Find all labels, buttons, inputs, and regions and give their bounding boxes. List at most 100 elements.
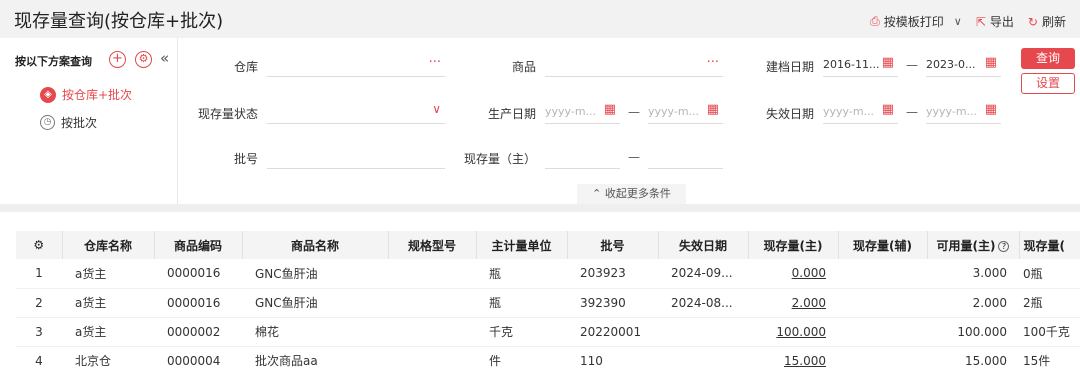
scheme-item-label: 按仓库+批次: [62, 88, 133, 102]
cell-spec: [388, 346, 476, 375]
help-icon[interactable]: ?: [998, 240, 1010, 252]
more-icon[interactable]: ···: [429, 55, 441, 70]
settings-button[interactable]: 设置: [1021, 73, 1075, 94]
cell-code: 0000002: [154, 317, 242, 347]
qty-main-to-field[interactable]: [648, 145, 723, 169]
chevron-down-icon[interactable]: ∨: [954, 15, 962, 28]
scheme-settings-icon[interactable]: ⚙: [135, 51, 152, 68]
cell-batch: 203923: [567, 259, 658, 289]
table-row[interactable]: 1 a货主 0000016 GNC鱼肝油 瓶 203923 2024-09...…: [16, 259, 1080, 289]
cell-available: 100.000: [927, 317, 1019, 347]
clock-icon: ◷: [40, 115, 55, 130]
refresh-icon: ↻: [1027, 14, 1038, 29]
product-field[interactable]: ···: [545, 53, 723, 77]
create-date-to-value: 2023-0...: [926, 58, 976, 71]
column-header[interactable]: 现存量(辅): [838, 231, 928, 259]
expire-date-to-field[interactable]: yyyy-m... ▦: [926, 100, 1001, 124]
product-label: 商品: [511, 60, 536, 74]
expire-date-from-field[interactable]: yyyy-m... ▦: [823, 100, 898, 124]
qty-main-link[interactable]: 15.000: [784, 354, 826, 368]
row-index: 1: [16, 259, 62, 289]
export-button[interactable]: ⇱ 导出: [976, 13, 1014, 30]
column-header[interactable]: 规格型号: [388, 231, 477, 259]
cell-qty-aux: [838, 259, 927, 289]
collapse-panel-icon[interactable]: «: [160, 49, 169, 67]
column-settings-icon[interactable]: ⚙: [16, 231, 63, 259]
cell-qty-main[interactable]: 2.000: [748, 288, 838, 318]
refresh-label: 刷新: [1041, 15, 1066, 29]
cell-qty-extra: 15件: [1019, 346, 1080, 375]
row-index: 3: [16, 317, 62, 347]
column-header[interactable]: 批号: [567, 231, 659, 259]
table-row[interactable]: 4 北京仓 0000004 批次商品aa 件 110 15.000 15.000…: [16, 346, 1080, 375]
qty-main-link[interactable]: 2.000: [792, 296, 826, 310]
scheme-item-batch[interactable]: ◷ 按批次: [40, 114, 97, 131]
cube-icon: ◈: [40, 86, 56, 103]
cell-qty-extra: 0瓶: [1019, 259, 1080, 289]
prod-date-from-field[interactable]: yyyy-m... ▦: [545, 100, 620, 124]
calendar-icon[interactable]: ▦: [707, 102, 719, 117]
cell-name: GNC鱼肝油: [242, 288, 388, 318]
cell-unit: 千克: [476, 317, 567, 347]
calendar-icon[interactable]: ▦: [985, 102, 997, 117]
cell-name: 棉花: [242, 317, 388, 347]
prod-date-to-placeholder: yyyy-m...: [648, 105, 700, 118]
cell-available: 15.000: [927, 346, 1019, 375]
cell-qty-main[interactable]: 0.000: [748, 259, 838, 289]
cell-unit: 瓶: [476, 288, 567, 318]
range-dash: —: [628, 105, 640, 119]
qty-main-link[interactable]: 0.000: [792, 266, 826, 280]
warehouse-field[interactable]: ···: [267, 53, 445, 77]
collapse-more-button[interactable]: ⌃ 收起更多条件: [577, 184, 686, 204]
collapse-more-label: 收起更多条件: [604, 187, 671, 200]
stock-status-select[interactable]: ∨: [267, 100, 445, 124]
table-header-row: ⚙ 仓库名称 商品编码 商品名称 规格型号 主计量单位 批号 失效日期 现存量(…: [16, 231, 1080, 259]
query-button[interactable]: 查询: [1021, 48, 1075, 69]
calendar-icon[interactable]: ▦: [985, 55, 997, 70]
cell-spec: [388, 259, 476, 289]
qty-main-from-field[interactable]: [545, 145, 620, 169]
more-icon[interactable]: ···: [707, 55, 719, 70]
cell-code: 0000004: [154, 346, 242, 375]
cell-available: 3.000: [927, 259, 1019, 289]
column-header-available[interactable]: 可用量(主)?: [927, 231, 1020, 259]
refresh-button[interactable]: ↻ 刷新: [1028, 13, 1066, 30]
create-date-from-field[interactable]: 2016-11... ▦: [823, 53, 898, 77]
column-header[interactable]: 仓库名称: [62, 231, 155, 259]
qty-main-link[interactable]: 100.000: [776, 325, 826, 339]
column-header[interactable]: 主计量单位: [476, 231, 568, 259]
column-header[interactable]: 失效日期: [658, 231, 749, 259]
cell-qty-main[interactable]: 15.000: [748, 346, 838, 375]
batch-field[interactable]: [267, 145, 445, 169]
table-row[interactable]: 3 a货主 0000002 棉花 千克 20220001 100.000 100…: [16, 317, 1080, 347]
cell-warehouse: a货主: [62, 288, 154, 318]
cell-qty-aux: [838, 346, 927, 375]
section-divider: [0, 204, 1080, 212]
print-template-button[interactable]: ⎙ 按模板打印 ∨: [870, 13, 962, 30]
range-dash: —: [906, 105, 918, 119]
cell-warehouse: 北京仓: [62, 346, 154, 375]
warehouse-label: 仓库: [233, 60, 258, 74]
prod-date-label: 生产日期: [487, 107, 536, 121]
calendar-icon[interactable]: ▦: [604, 102, 616, 117]
scheme-title: 按以下方案查询: [15, 55, 92, 68]
cell-expire: [658, 317, 748, 347]
column-header[interactable]: 商品编码: [154, 231, 243, 259]
cell-qty-main[interactable]: 100.000: [748, 317, 838, 347]
table-row[interactable]: 2 a货主 0000016 GNC鱼肝油 瓶 392390 2024-08...…: [16, 288, 1080, 318]
create-date-to-field[interactable]: 2023-0... ▦: [926, 53, 1001, 77]
range-dash: —: [628, 150, 640, 164]
expire-date-label: 失效日期: [765, 107, 814, 121]
print-template-label: 按模板打印: [883, 15, 944, 29]
cell-code: 0000016: [154, 288, 242, 318]
column-header[interactable]: 商品名称: [242, 231, 389, 259]
printer-icon: ⎙: [870, 14, 880, 28]
calendar-icon[interactable]: ▦: [882, 102, 894, 117]
scheme-item-warehouse-batch[interactable]: ◈ 按仓库+批次: [40, 86, 132, 103]
add-scheme-button[interactable]: +: [109, 51, 126, 68]
calendar-icon[interactable]: ▦: [882, 55, 894, 70]
prod-date-to-field[interactable]: yyyy-m... ▦: [648, 100, 723, 124]
chevron-down-icon[interactable]: ∨: [432, 102, 441, 116]
column-header[interactable]: 现存量(: [1019, 231, 1080, 259]
column-header[interactable]: 现存量(主): [748, 231, 839, 259]
